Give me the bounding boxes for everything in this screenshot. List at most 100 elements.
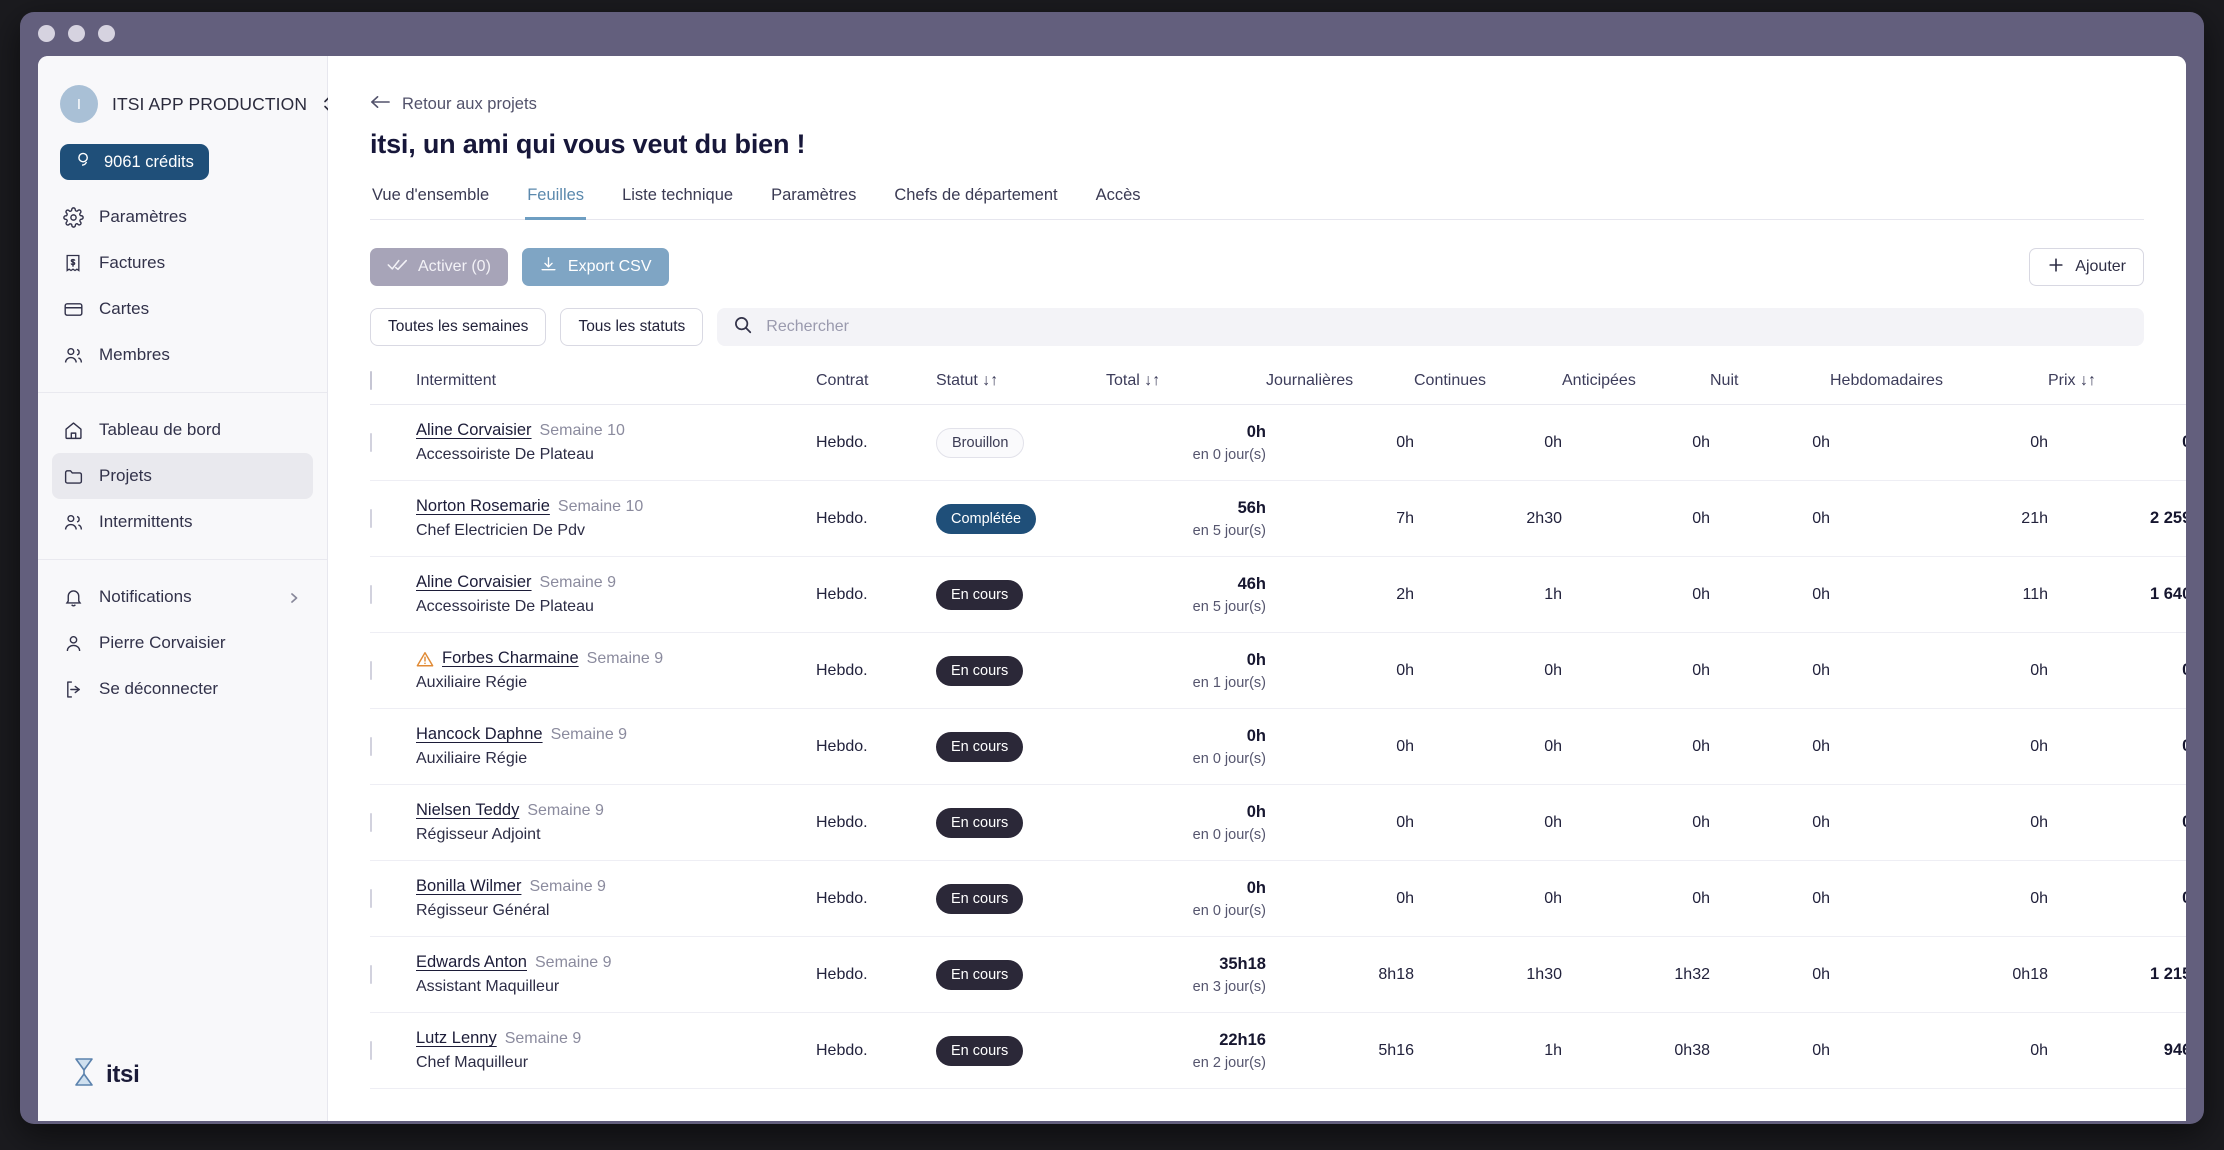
sidebar-item-user-profile[interactable]: Pierre Corvaisier	[52, 620, 313, 666]
table-row[interactable]: Nielsen Teddy Semaine 9 Régisseur Adjoint H…	[370, 784, 2186, 861]
sidebar-item-cartes[interactable]: Cartes	[52, 286, 313, 332]
table-row[interactable]: Hancock Daphne Semaine 9 Auxiliaire Régie H…	[370, 708, 2186, 785]
sidebar-item-projets[interactable]: Projets	[52, 453, 313, 499]
column-header-anticipees[interactable]: Anticipées	[1562, 372, 1710, 405]
total-days: en 0 jour(s)	[1192, 826, 1266, 843]
intermittent-name[interactable]: Aline Corvaisier	[416, 573, 532, 592]
status-badge[interactable]: Brouillon	[936, 427, 1025, 458]
table-row[interactable]: Lutz Lenny Semaine 9 Chef Maquilleur Hebdo.…	[370, 1012, 2186, 1089]
column-header-total[interactable]: Total ↓↑	[1106, 372, 1266, 405]
table-row[interactable]: Edwards Anton Semaine 9 Assistant Maquille…	[370, 936, 2186, 1013]
statut-cell: En cours	[936, 784, 1106, 861]
column-header-journalieres[interactable]: Journalières	[1266, 372, 1414, 405]
column-header-prix[interactable]: Prix ↓↑	[2048, 372, 2186, 405]
journalieres-cell: 2h	[1266, 556, 1414, 633]
sidebar-item-label: Tableau de bord	[99, 420, 221, 439]
continues-cell: 0h	[1414, 404, 1562, 481]
sidebar-item-label: Se déconnecter	[99, 679, 219, 698]
search-input[interactable]	[766, 318, 2128, 336]
window-close-button[interactable]	[38, 24, 55, 42]
arrow-left-icon	[370, 94, 391, 115]
contrat-cell: Hebdo.	[816, 708, 936, 785]
table-row[interactable]: Bonilla Wilmer Semaine 9 Régisseur Général…	[370, 860, 2186, 937]
tab-chefs-de-departement[interactable]: Chefs de département	[892, 186, 1059, 220]
table-row[interactable]: Aline Corvaisier Semaine 10 Accessoiriste …	[370, 404, 2186, 481]
tab-vue-densemble[interactable]: Vue d'ensemble	[370, 186, 491, 220]
prix-cell: 946,61 €	[2048, 1012, 2186, 1089]
sidebar-item-logout[interactable]: Se déconnecter	[52, 666, 313, 712]
activate-button[interactable]: Activer (0)	[370, 248, 508, 286]
prix-value: 1 215,26 €	[2150, 965, 2186, 983]
status-badge[interactable]: En cours	[936, 731, 1024, 762]
row-checkbox[interactable]	[370, 812, 372, 832]
sidebar-item-intermittents[interactable]: Intermittents	[52, 499, 313, 545]
contrat-cell: Hebdo.	[816, 1012, 936, 1089]
tab-acces[interactable]: Accès	[1094, 186, 1143, 220]
table-row[interactable]: Norton Rosemarie Semaine 10 Chef Electrici…	[370, 480, 2186, 557]
intermittent-name[interactable]: Hancock Daphne	[416, 725, 543, 744]
select-all-header	[370, 371, 416, 405]
status-badge[interactable]: En cours	[936, 579, 1024, 610]
row-select-cell	[370, 784, 416, 861]
intermittent-name[interactable]: Norton Rosemarie	[416, 497, 550, 516]
row-checkbox[interactable]	[370, 508, 372, 528]
back-to-projects-link[interactable]: Retour aux projets	[370, 94, 537, 115]
download-icon	[539, 255, 558, 279]
table-row[interactable]: Forbes Charmaine Semaine 9 Auxiliaire Régi…	[370, 632, 2186, 709]
intermittent-name[interactable]: Bonilla Wilmer	[416, 877, 521, 896]
sidebar-item-notifications[interactable]: Notifications	[52, 574, 313, 620]
add-button[interactable]: Ajouter	[2029, 248, 2144, 286]
filter-weeks-dropdown[interactable]: Toutes les semaines	[370, 308, 547, 346]
org-switcher[interactable]: I ITSI APP PRODUCTION	[38, 78, 334, 126]
status-badge[interactable]: En cours	[936, 1035, 1024, 1066]
column-header-nuit[interactable]: Nuit	[1710, 372, 1830, 405]
credits-button[interactable]: 9061 crédits	[60, 144, 209, 180]
home-icon	[62, 419, 84, 441]
export-csv-button[interactable]: Export CSV	[521, 248, 669, 286]
row-checkbox[interactable]	[370, 660, 372, 680]
tab-feuilles[interactable]: Feuilles	[525, 186, 587, 220]
row-checkbox[interactable]	[370, 964, 372, 984]
status-badge[interactable]: En cours	[936, 655, 1024, 686]
hebdomadaires-cell: 21h	[1830, 480, 2048, 557]
row-checkbox[interactable]	[370, 736, 372, 756]
status-badge[interactable]: Complétée	[936, 503, 1037, 534]
total-value: 0h	[1246, 802, 1266, 821]
status-badge[interactable]: En cours	[936, 807, 1024, 838]
intermittent-name[interactable]: Aline Corvaisier	[416, 421, 532, 440]
intermittent-name[interactable]: Forbes Charmaine	[442, 649, 579, 668]
intermittent-name[interactable]: Nielsen Teddy	[416, 801, 519, 820]
sidebar-item-parametres[interactable]: Paramètres	[52, 194, 313, 240]
prix-value: 0,00 €	[2182, 813, 2186, 831]
row-checkbox[interactable]	[370, 432, 372, 452]
anticipees-cell: 0h	[1562, 632, 1710, 709]
select-all-checkbox[interactable]	[370, 371, 372, 390]
intermittent-name[interactable]: Lutz Lenny	[416, 1029, 497, 1048]
tab-liste-technique[interactable]: Liste technique	[620, 186, 735, 220]
sidebar-item-membres[interactable]: Membres	[52, 332, 313, 378]
search-box[interactable]	[717, 308, 2144, 346]
hebdomadaires-cell: 0h	[1830, 860, 2048, 937]
row-checkbox[interactable]	[370, 888, 372, 908]
column-header-hebdomadaires[interactable]: Hebdomadaires	[1830, 372, 2048, 405]
status-badge[interactable]: En cours	[936, 883, 1024, 914]
prix-value: 2 259,07 €	[2150, 509, 2186, 527]
column-header-contrat[interactable]: Contrat	[816, 372, 936, 405]
column-header-continues[interactable]: Continues	[1414, 372, 1562, 405]
filter-status-dropdown[interactable]: Tous les statuts	[560, 308, 704, 346]
sort-updown-icon: ↓↑	[2080, 372, 2097, 389]
contrat-cell: Hebdo.	[816, 480, 936, 557]
window-maximize-button[interactable]	[98, 24, 115, 42]
column-header-intermittent[interactable]: Intermittent	[416, 372, 816, 405]
column-header-statut[interactable]: Statut ↓↑	[936, 372, 1106, 405]
intermittent-name[interactable]: Edwards Anton	[416, 953, 527, 972]
prix-cell: 2 259,07 €	[2048, 480, 2186, 557]
table-row[interactable]: Aline Corvaisier Semaine 9 Accessoiriste D…	[370, 556, 2186, 633]
row-checkbox[interactable]	[370, 1040, 372, 1060]
row-checkbox[interactable]	[370, 584, 372, 604]
status-badge[interactable]: En cours	[936, 959, 1024, 990]
sidebar-item-factures[interactable]: Factures	[52, 240, 313, 286]
tab-parametres[interactable]: Paramètres	[769, 186, 858, 220]
window-minimize-button[interactable]	[68, 24, 85, 42]
sidebar-item-tableau-de-bord[interactable]: Tableau de bord	[52, 407, 313, 453]
